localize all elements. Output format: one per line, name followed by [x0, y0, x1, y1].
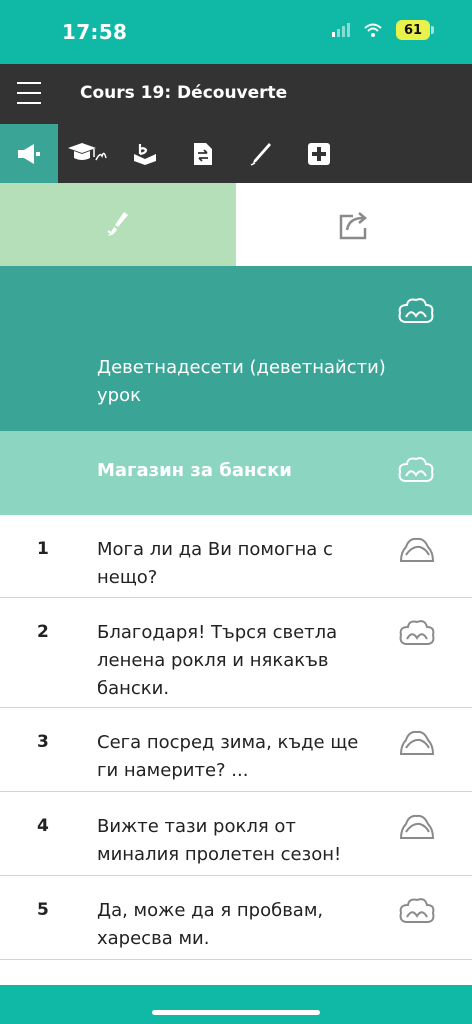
list-item[interactable]: 1 Мога ли да Ви помогна с нещо? — [0, 515, 472, 598]
sentence-list: 1 Мога ли да Ви помогна с нещо? 2 Благод… — [0, 515, 472, 960]
tool-learn[interactable] — [58, 124, 116, 183]
list-item[interactable]: 2 Благодаря! Търся светла ленена рокля и… — [0, 598, 472, 708]
row-number: 4 — [37, 816, 49, 836]
status-bar: 17:58 61 — [0, 0, 472, 64]
tool-write[interactable] — [232, 124, 290, 183]
row-text: Сега посред зима, къде ще ги намерите? .… — [97, 732, 359, 781]
speaker-icon — [18, 143, 40, 164]
status-icons: 61 — [332, 20, 434, 40]
mode-repeat-button[interactable] — [236, 183, 472, 266]
list-item[interactable]: 5 Да, може да я пробвам, харесва ми. — [0, 876, 472, 960]
menu-icon[interactable] — [17, 82, 41, 106]
toolbar — [0, 124, 472, 183]
cloud-outline-icon[interactable] — [398, 535, 436, 567]
cloud-outline-icon[interactable] — [398, 812, 436, 844]
app-header: Cours 19: Découverte — [0, 64, 472, 124]
row-number: 1 — [37, 539, 49, 559]
cloud-icon[interactable] — [397, 455, 435, 487]
lesson-title: Деветнадесети (деветнайсти) урок — [97, 357, 386, 406]
status-time: 17:58 — [62, 20, 128, 44]
graduation-cap-icon — [68, 142, 107, 160]
row-text: Да, може да я пробвам, харесва ми. — [97, 900, 324, 949]
cloud-icon[interactable] — [398, 896, 436, 928]
list-item[interactable]: 4 Вижте тази рокля от миналия пролетен с… — [0, 792, 472, 876]
mode-row — [0, 183, 472, 266]
row-number: 2 — [37, 622, 49, 642]
tool-more[interactable] — [290, 124, 348, 183]
row-text: Вижте тази рокля от миналия пролетен сез… — [97, 816, 342, 865]
lesson-title-block: Деветнадесети (деветнайсти) урок — [0, 266, 472, 431]
row-number: 3 — [37, 732, 49, 752]
row-text: Благодаря! Търся светла ленена рокля и н… — [97, 622, 338, 699]
pencil-icon — [250, 142, 271, 166]
cloud-icon[interactable] — [398, 618, 436, 650]
cloud-icon[interactable] — [397, 296, 435, 328]
vocabulary-box-icon — [134, 143, 156, 165]
section-header: Магазин за бански — [0, 431, 472, 515]
row-number: 5 — [37, 900, 49, 920]
cellular-signal-icon — [332, 23, 350, 37]
repeat-icon — [339, 211, 367, 239]
tool-translate[interactable] — [174, 124, 232, 183]
section-title: Магазин за бански — [97, 460, 292, 481]
battery-level: 61 — [396, 20, 430, 40]
cloud-outline-icon[interactable] — [398, 728, 436, 760]
translate-document-icon — [194, 142, 212, 165]
wifi-icon — [364, 23, 382, 37]
plus-icon — [308, 142, 330, 165]
bottom-bar — [0, 985, 472, 1024]
home-indicator[interactable] — [152, 1010, 320, 1015]
tool-listen[interactable] — [0, 124, 58, 183]
page-title: Cours 19: Découverte — [80, 83, 288, 103]
tool-vocabulary[interactable] — [116, 124, 174, 183]
mode-clean-button[interactable] — [0, 183, 236, 266]
list-item[interactable]: 3 Сега посред зима, къде ще ги намерите?… — [0, 708, 472, 792]
battery-indicator: 61 — [396, 20, 434, 40]
row-text: Мога ли да Ви помогна с нещо? — [97, 539, 333, 588]
brush-icon — [107, 211, 128, 236]
